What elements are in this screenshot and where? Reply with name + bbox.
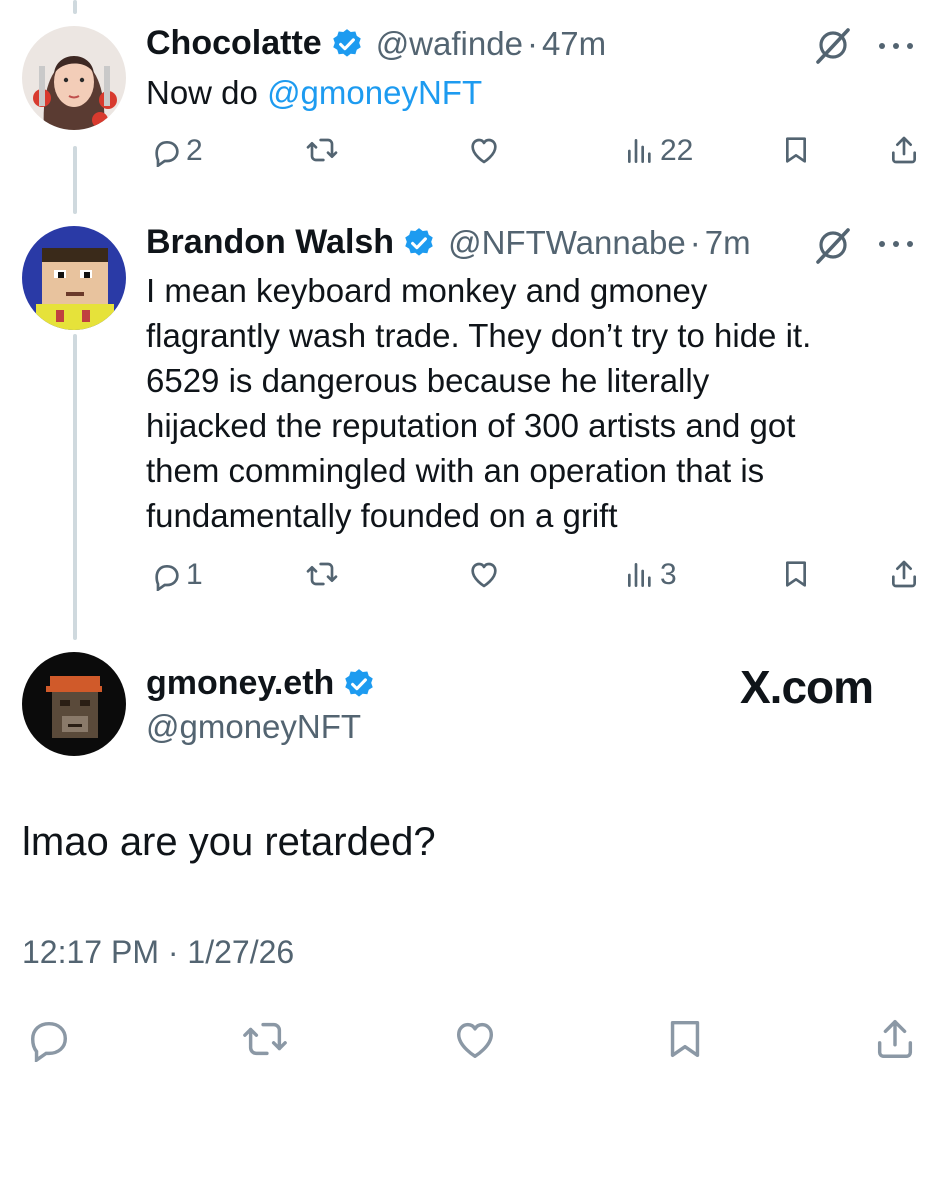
share-button[interactable] [884,558,920,590]
display-name[interactable]: Brandon Walsh [146,223,394,262]
reply-button[interactable] [22,1016,72,1062]
verified-icon [330,27,364,61]
reply-button[interactable]: 2 [146,134,203,168]
retweet-icon [306,134,338,166]
avatar[interactable] [22,652,126,756]
separator: · [526,24,538,62]
mention-link[interactable]: @gmoneyNFT [267,74,482,111]
thread-line [73,0,77,14]
retweet-icon [242,1016,288,1062]
share-icon [888,558,920,590]
reply-button[interactable]: 1 [146,558,203,592]
user-handle[interactable]: @NFTWannabe [448,224,686,262]
timestamp[interactable]: 7m [705,224,751,262]
tweet-text: Now do @gmoneyNFT [146,70,906,115]
bookmark-icon [662,1016,708,1062]
bookmark-button[interactable] [658,1016,708,1062]
bookmark-icon [780,134,812,166]
display-name[interactable]: gmoney.eth [146,664,334,703]
like-button[interactable] [464,558,500,590]
main-author-name[interactable]: gmoney.eth [146,664,376,703]
share-icon [872,1016,918,1062]
tweet-text-prefix: Now do [146,74,268,111]
reply-icon [150,135,182,167]
like-button[interactable] [464,134,500,166]
share-button[interactable] [884,134,920,166]
verified-icon [402,226,436,260]
bookmark-icon [780,558,812,590]
retweet-button[interactable] [302,558,338,590]
views-icon [624,559,656,591]
bookmark-button[interactable] [776,558,812,590]
retweet-button[interactable] [238,1016,288,1062]
post-timestamp[interactable]: 12:17 PM · 1/27/26 [22,934,294,971]
share-button[interactable] [868,1016,918,1062]
more-icon[interactable] [876,238,916,250]
like-icon [468,134,500,166]
tweet-text: I mean keyboard monkey and gmoney flagra… [146,272,812,534]
more-icon[interactable] [876,40,916,52]
grok-icon[interactable] [812,24,854,66]
tweet-header: Brandon Walsh @NFTWannabe · 7m [146,223,751,262]
display-name[interactable]: Chocolatte [146,24,322,63]
action-bar: 2 22 [146,134,926,174]
reply-count: 1 [186,558,203,591]
grok-icon[interactable] [812,224,854,266]
user-handle[interactable]: @wafinde [376,25,523,63]
thread-line [73,146,77,214]
views-button[interactable]: 22 [620,134,693,168]
avatar[interactable] [22,226,126,330]
tweet-header: Chocolatte @wafinde · 47m [146,24,606,63]
post-text: lmao are you retarded? [22,820,436,864]
user-handle[interactable]: @gmoneyNFT [146,708,361,746]
separator: · [689,223,701,261]
like-button[interactable] [448,1016,498,1062]
watermark: X.com [740,661,874,713]
bookmark-button[interactable] [776,134,812,166]
reply-icon [26,1016,72,1062]
timestamp[interactable]: 47m [542,25,606,63]
views-button[interactable]: 3 [620,558,677,592]
share-icon [888,134,920,166]
like-icon [468,558,500,590]
verified-icon [342,667,376,701]
views-count: 3 [660,558,677,591]
retweet-icon [306,558,338,590]
avatar[interactable] [22,26,126,130]
reply-count: 2 [186,134,203,167]
action-bar: 1 3 [146,558,926,598]
reply-icon [150,559,182,591]
views-count: 22 [660,134,694,167]
thread-line [73,334,77,640]
like-icon [452,1016,498,1062]
views-icon [624,135,656,167]
main-action-bar [0,1016,942,1064]
retweet-button[interactable] [302,134,338,166]
